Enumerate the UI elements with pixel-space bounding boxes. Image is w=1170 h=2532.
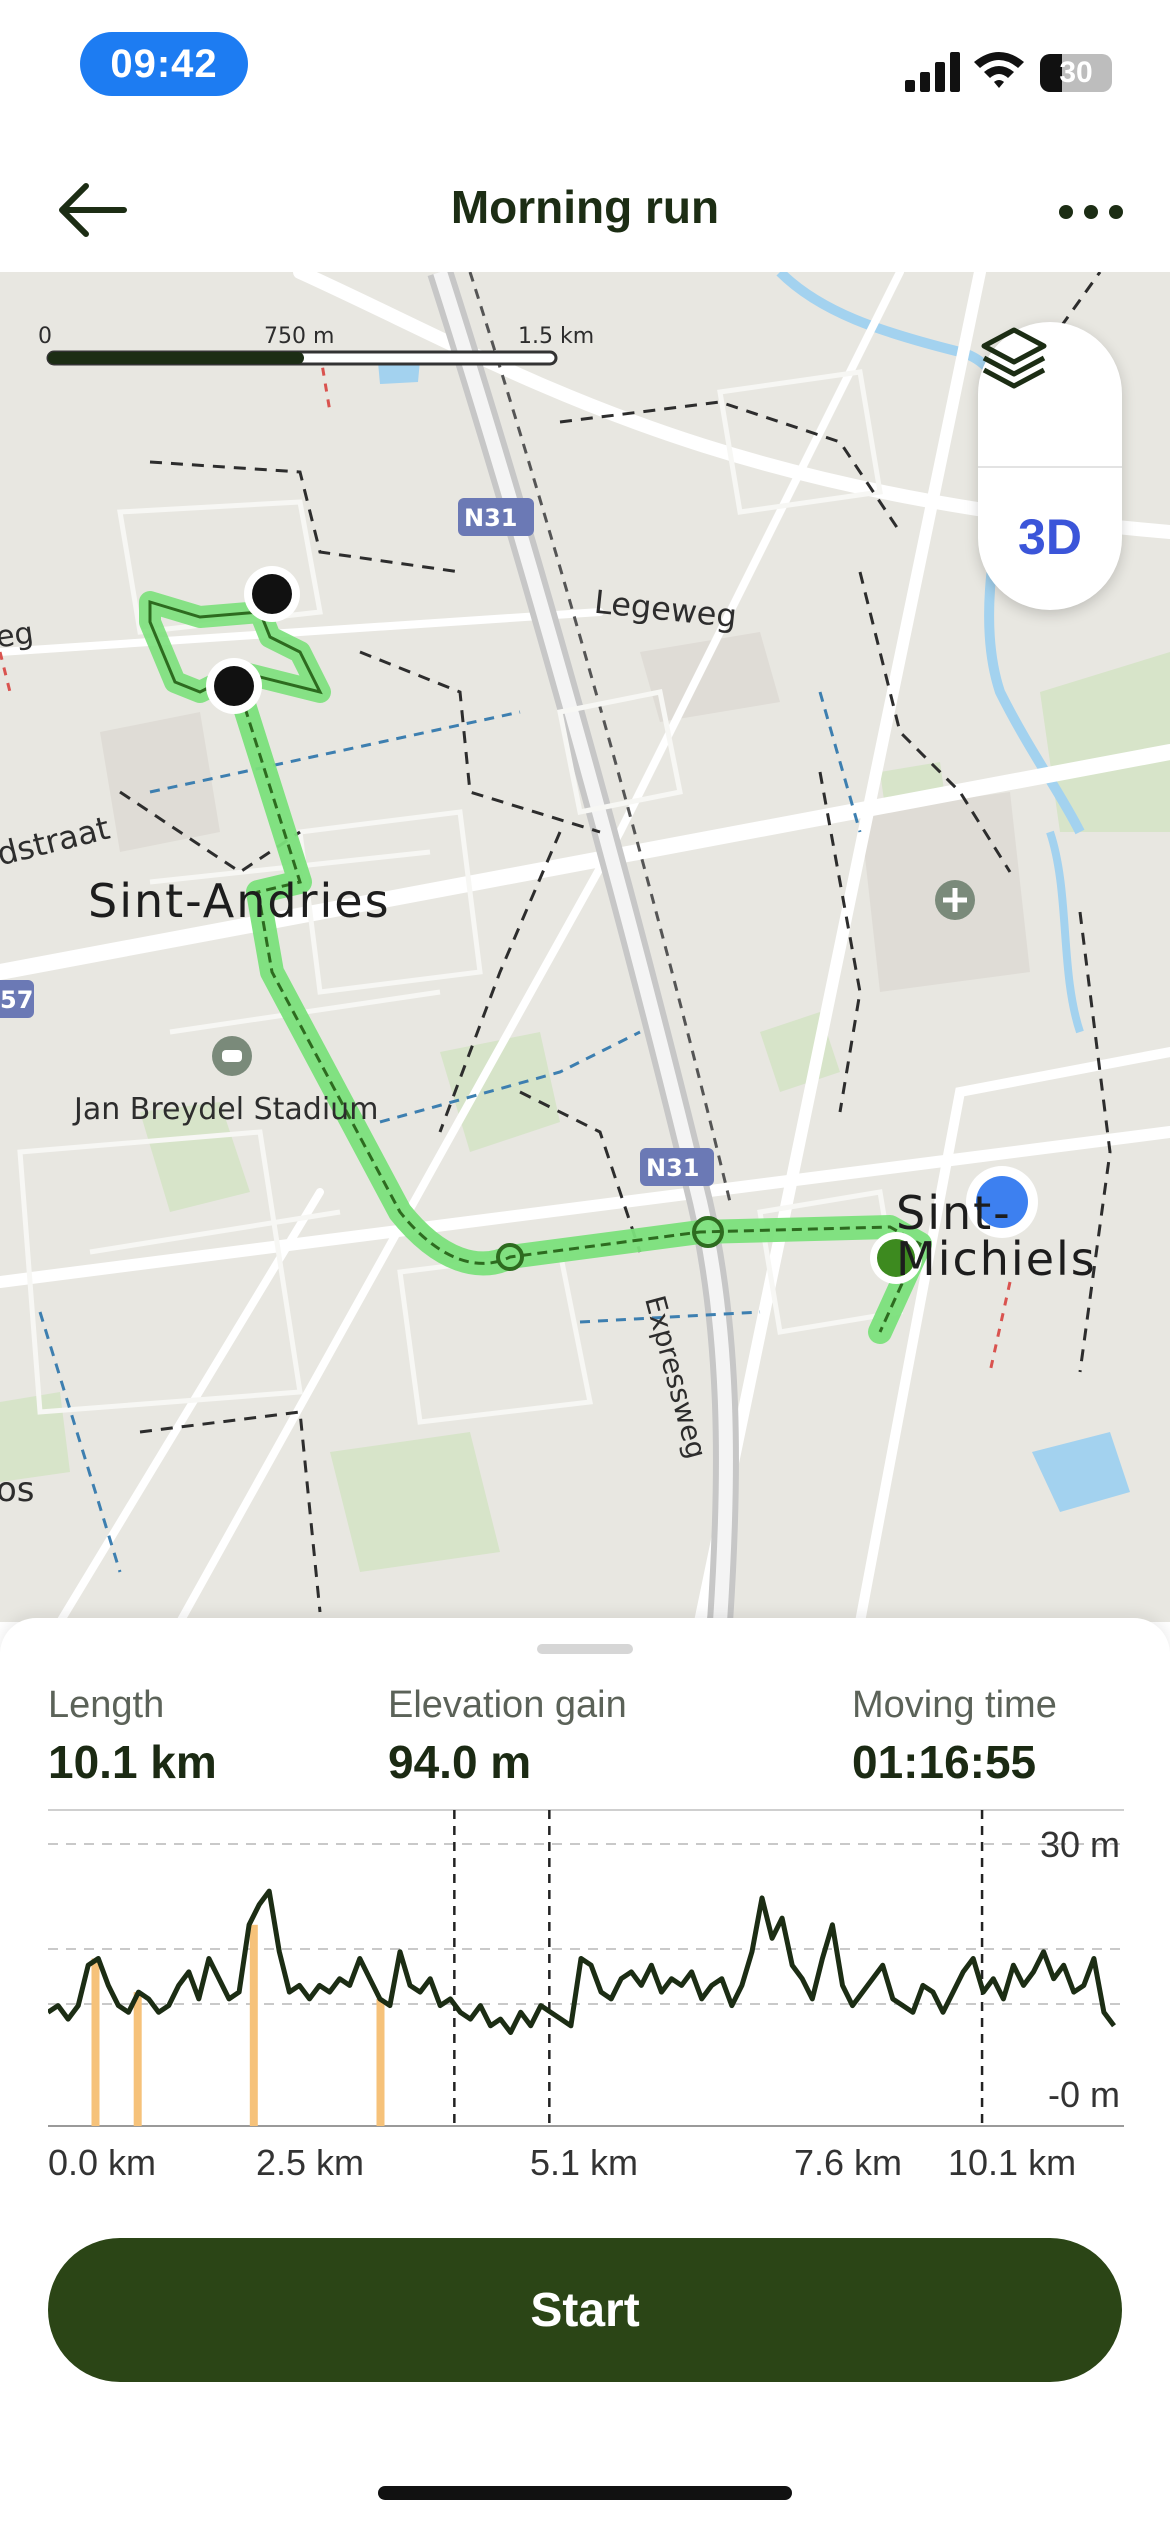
start-button[interactable]: Start xyxy=(48,2238,1122,2382)
hospital-icon xyxy=(935,880,975,920)
waypoint-marker[interactable] xyxy=(244,566,300,622)
scale-tick: 750 m xyxy=(264,324,335,349)
3d-toggle-button[interactable]: 3D xyxy=(978,472,1122,602)
cellular-signal-icon xyxy=(905,52,960,92)
route-details-sheet: Length 10.1 km Elevation gain 94.0 m Mov… xyxy=(0,1618,1170,2532)
stat-length: Length 10.1 km xyxy=(48,1684,217,1789)
stat-label: Length xyxy=(48,1684,165,1726)
battery-icon: 30 xyxy=(1040,54,1112,92)
edge-label: os xyxy=(0,1470,35,1510)
stat-label: Elevation gain xyxy=(388,1684,627,1726)
scale-bar xyxy=(46,350,558,366)
page-title: Morning run xyxy=(450,181,720,233)
stat-value: 94.0 m xyxy=(388,1736,532,1788)
elevation-chart[interactable] xyxy=(48,1808,1124,2128)
scale-tick: 1.5 km xyxy=(518,324,595,349)
stat-label: Moving time xyxy=(852,1684,1057,1726)
map-controls: 3D xyxy=(978,322,1122,610)
top-bar: Morning run xyxy=(0,140,1170,272)
edge-label: eg xyxy=(0,615,36,656)
stat-value: 10.1 km xyxy=(48,1736,217,1788)
y-tick-label: 30 m xyxy=(1039,1824,1120,1865)
scale-tick: 0 xyxy=(38,324,52,349)
road-label: N31 xyxy=(464,504,518,532)
status-time: 09:42 xyxy=(80,32,248,96)
x-tick-label: 5.1 km xyxy=(530,2142,639,2183)
sheet-grabber[interactable] xyxy=(537,1644,633,1654)
stat-elevation-gain: Elevation gain 94.0 m xyxy=(388,1684,627,1789)
route-map[interactable]: 0 750 m 1.5 km N31 N31 57 Legeweg Expres… xyxy=(0,272,1170,1622)
status-bar: 09:42 30 xyxy=(0,0,1170,140)
controls-divider xyxy=(978,466,1122,468)
y-tick-label: -0 m xyxy=(1048,2074,1120,2115)
highlight-segment xyxy=(249,1924,258,2126)
home-indicator xyxy=(378,2486,792,2500)
stat-value: 01:16:55 xyxy=(852,1736,1037,1788)
place-label: Sint-Andries xyxy=(88,874,391,928)
stadium-icon xyxy=(212,1036,252,1076)
battery-level: 30 xyxy=(1059,56,1093,89)
x-tick-label: 0.0 km xyxy=(48,2142,157,2183)
highlight-segment xyxy=(376,1998,385,2126)
wifi-icon xyxy=(974,52,1024,88)
stat-moving-time: Moving time 01:16:55 xyxy=(852,1684,1057,1789)
elevation-line xyxy=(48,1888,1117,2035)
highlight-segment xyxy=(91,1958,100,2126)
place-label: Sint-Michiels xyxy=(896,1186,1097,1286)
x-tick-label: 7.6 km xyxy=(794,2142,903,2183)
place-label: Jan Breydel Stadium xyxy=(74,1092,379,1127)
road-label: 57 xyxy=(0,986,34,1014)
highlight-segment xyxy=(133,1992,142,2126)
road-label: N31 xyxy=(646,1154,700,1182)
layers-icon[interactable] xyxy=(978,322,1050,394)
x-tick-label: 2.5 km xyxy=(256,2142,365,2183)
x-tick-label: 10.1 km xyxy=(948,2142,1077,2183)
more-options-icon[interactable] xyxy=(1056,202,1126,222)
waypoint-marker[interactable] xyxy=(206,658,262,714)
